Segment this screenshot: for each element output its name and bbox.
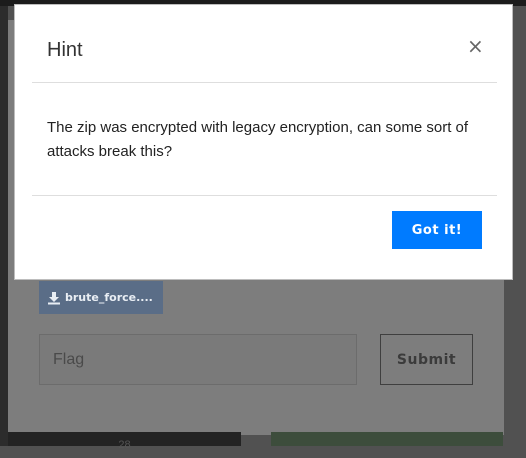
close-icon[interactable]: × bbox=[467, 36, 484, 56]
modal-footer-divider bbox=[32, 195, 497, 196]
modal-title: Hint bbox=[47, 39, 83, 61]
submit-button[interactable]: Submit bbox=[380, 334, 473, 385]
left-background-strip bbox=[0, 6, 8, 446]
modal-header-divider bbox=[32, 82, 497, 83]
hint-modal: Hint × The zip was encrypted with legacy… bbox=[14, 4, 513, 280]
solves-count: 28 bbox=[8, 432, 241, 451]
got-it-button[interactable]: Got it! bbox=[392, 211, 482, 249]
modal-body-text: The zip was encrypted with legacy encryp… bbox=[47, 119, 469, 160]
bottom-right-panel bbox=[271, 432, 503, 446]
download-file-button[interactable]: brute_force.... bbox=[39, 281, 163, 314]
download-icon bbox=[48, 291, 60, 304]
file-name-label: brute_force.... bbox=[65, 291, 153, 304]
flag-input[interactable] bbox=[39, 334, 357, 385]
